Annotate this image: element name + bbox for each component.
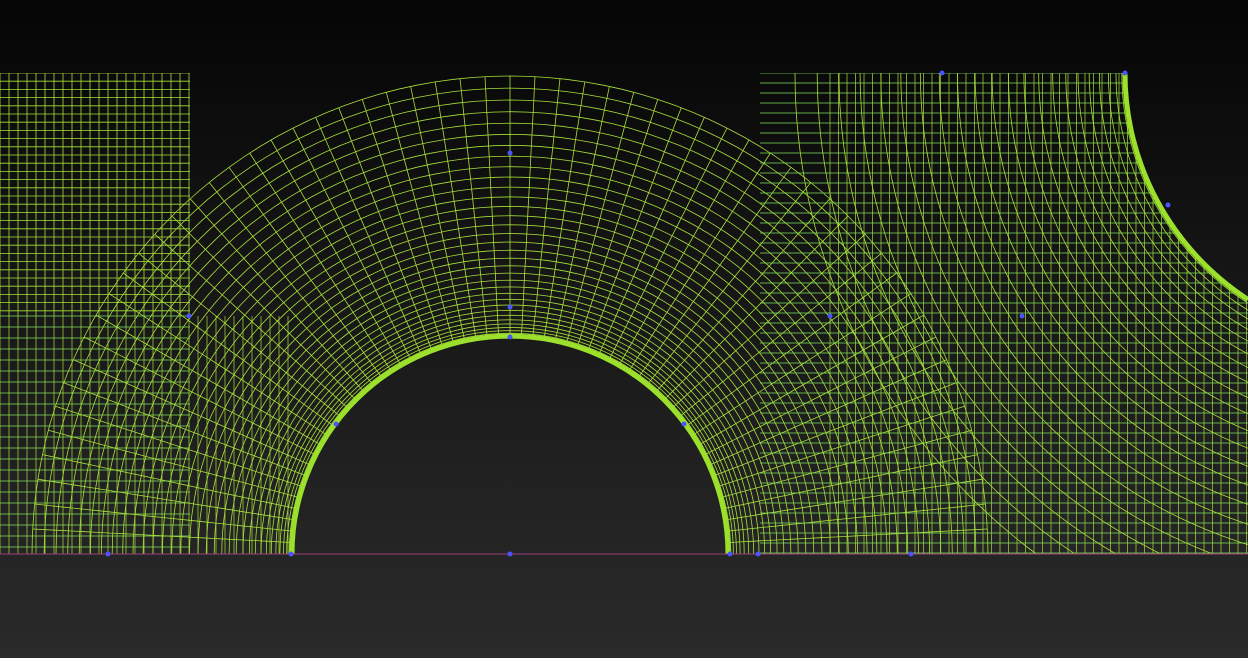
mesh-viewport[interactable] — [0, 0, 1248, 658]
mesh-arc-line — [816, 73, 1248, 554]
block-vertex[interactable] — [1019, 313, 1025, 319]
mesh-arc-line — [260, 304, 760, 554]
mesh-arc-line — [291, 335, 729, 554]
mesh-arc-line — [286, 330, 734, 554]
block-vertex[interactable] — [755, 551, 761, 557]
mesh-radial-line — [698, 314, 925, 446]
mesh-radial-line — [618, 139, 750, 366]
cylinder-wall — [289, 333, 731, 555]
block-vertex[interactable] — [288, 551, 294, 557]
mesh-radial-line — [725, 478, 983, 521]
block-vertex[interactable] — [827, 313, 833, 319]
mesh-arc-line — [1121, 73, 1248, 347]
block-vertex[interactable] — [1122, 70, 1128, 76]
mesh-arc-line — [275, 319, 745, 554]
block-vertex[interactable] — [333, 421, 339, 427]
mesh-arc-line — [290, 334, 730, 554]
block-vertex[interactable] — [507, 551, 513, 557]
mesh-arc-line — [283, 327, 737, 554]
mesh-arc-line — [880, 73, 1248, 554]
wall-boundaries — [289, 72, 1248, 555]
mesh-radial-line — [270, 139, 402, 366]
block-vertex[interactable] — [507, 334, 513, 340]
mesh-radial-line — [95, 314, 322, 446]
mesh-radial-line — [138, 252, 341, 418]
mesh-arc-line — [279, 323, 741, 554]
mesh-radial-line — [123, 272, 334, 427]
block-vertex[interactable] — [1165, 202, 1171, 208]
mesh-radial-line — [543, 81, 586, 339]
mesh-arc-line — [288, 332, 732, 554]
mesh-radial-line — [34, 503, 294, 532]
mesh-radial-line — [637, 167, 792, 378]
mesh-canvas[interactable] — [0, 0, 1248, 658]
block-vertex[interactable] — [727, 551, 733, 557]
block-vertex[interactable] — [681, 421, 687, 427]
block-vertex[interactable] — [908, 551, 914, 557]
mesh-radial-line — [532, 78, 561, 338]
mesh-radial-line — [434, 81, 477, 339]
mesh-radial-line — [726, 503, 986, 532]
mesh-radial-line — [587, 107, 682, 351]
block-vertex[interactable] — [939, 70, 945, 76]
block-vertex[interactable] — [186, 313, 192, 319]
mesh-radial-line — [679, 252, 882, 418]
mesh-radial-line — [713, 382, 957, 477]
mesh-arc-line — [957, 73, 1248, 511]
mesh-arc-line — [265, 309, 755, 554]
mesh-arc-line — [270, 314, 750, 554]
mesh-arc-line — [991, 73, 1248, 477]
block-vertex[interactable] — [507, 150, 513, 156]
block-vertex[interactable] — [507, 304, 513, 310]
block-vertex[interactable] — [105, 551, 111, 557]
mesh-radial-line — [459, 78, 488, 338]
mesh-radial-line — [338, 107, 433, 351]
